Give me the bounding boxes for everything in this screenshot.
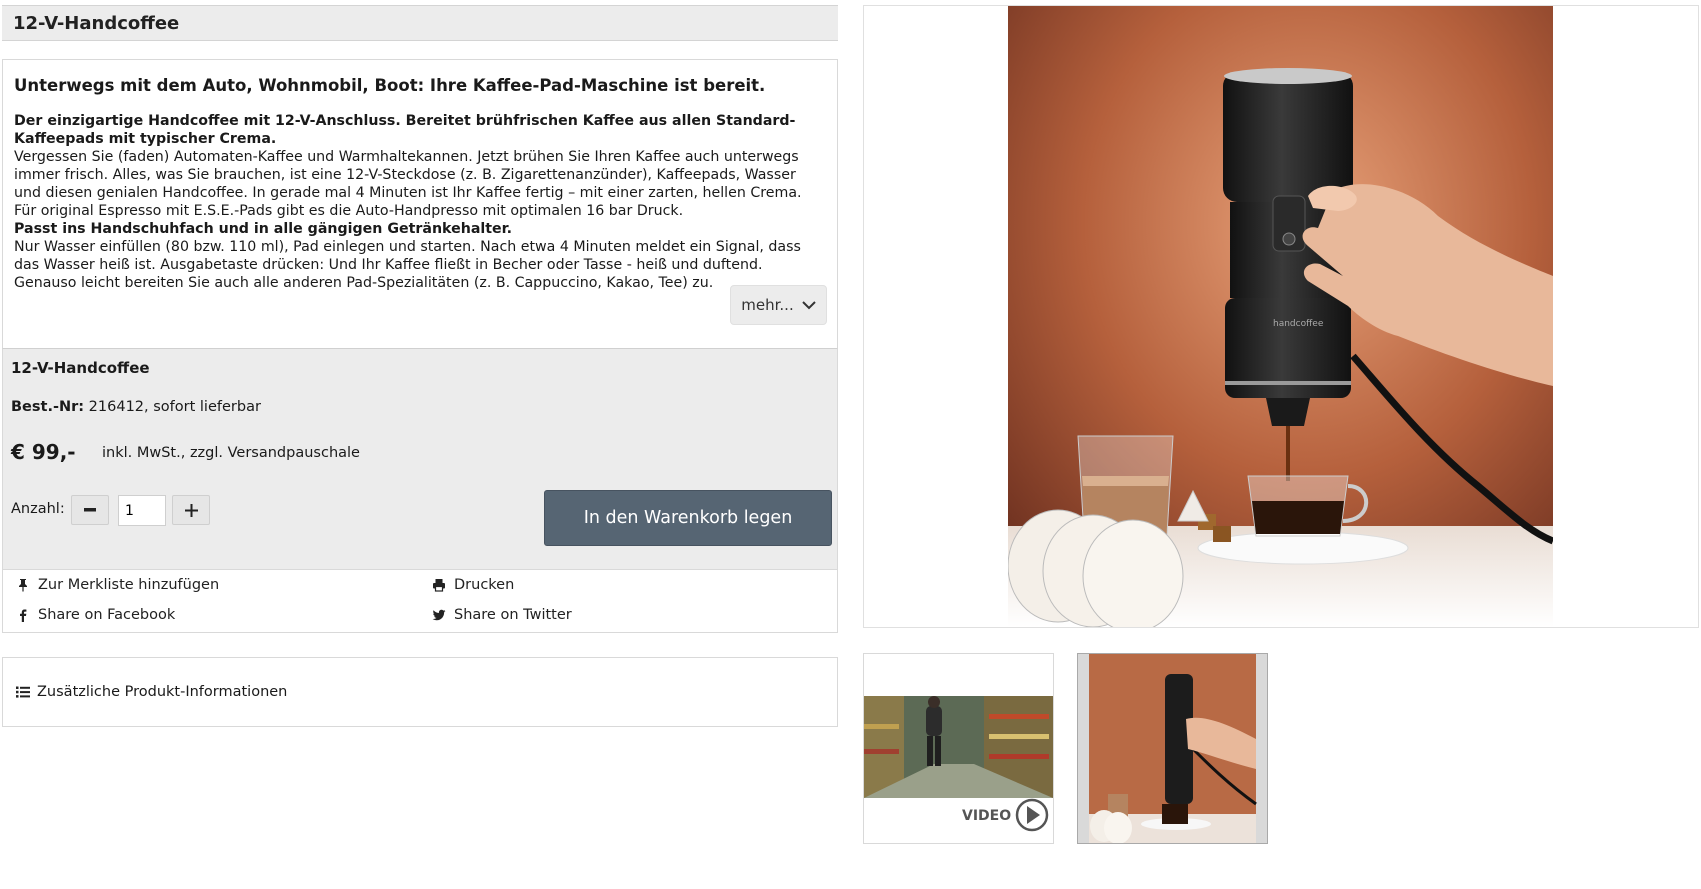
order-number-value: 216412, sofort lieferbar (88, 399, 261, 415)
add-to-wishlist-link[interactable]: Zur Merkliste hinzufügen (16, 577, 219, 593)
price: € 99,- (11, 440, 76, 464)
quantity-increase-button[interactable] (172, 495, 210, 525)
description-box: Unterwegs mit dem Auto, Wohnmobil, Boot:… (2, 59, 838, 348)
main-product-image[interactable]: handcoffee (1008, 6, 1553, 627)
product-actions: Zur Merkliste hinzufügen Drucken Share o… (2, 570, 838, 633)
twitter-icon (432, 609, 446, 621)
list-icon (16, 686, 30, 698)
twitter-label: Share on Twitter (454, 607, 572, 623)
description-text: Der einzigartige Handcoffee mit 12-V-Ans… (14, 112, 826, 328)
printer-icon (433, 579, 445, 592)
description-bold-1: Der einzigartige Handcoffee mit 12-V-Ans… (14, 113, 796, 147)
product-panel: 12-V-Handcoffee Unterwegs mit dem Auto, … (2, 5, 838, 727)
description-headline: Unterwegs mit dem Auto, Wohnmobil, Boot:… (14, 76, 766, 95)
brand-text: handcoffee (1273, 319, 1324, 329)
wishlist-label: Zur Merkliste hinzufügen (38, 577, 220, 593)
order-product-name: 12-V-Handcoffee (11, 359, 150, 377)
chevron-down-icon (802, 301, 816, 310)
add-to-cart-button[interactable]: In den Warenkorb legen (544, 490, 832, 546)
video-thumbnail[interactable]: VIDEO (863, 653, 1054, 844)
additional-info-toggle[interactable]: Zusätzliche Produkt-Informationen (2, 657, 838, 727)
share-twitter-link[interactable]: Share on Twitter (432, 607, 572, 623)
description-text-3: Genauso leicht bereiten Sie auch alle an… (14, 275, 714, 291)
additional-info-label: Zusätzliche Produkt-Informationen (37, 684, 288, 700)
description-text-2: Nur Wasser einfüllen (80 bzw. 110 ml), P… (14, 239, 801, 273)
quantity-decrease-button[interactable] (71, 495, 109, 525)
quantity-label: Anzahl: (11, 501, 65, 517)
description-bold-2: Passt ins Handschuhfach und in alle gäng… (14, 221, 513, 237)
product-title-bar: 12-V-Handcoffee (2, 5, 838, 41)
video-thumbnail-image: VIDEO (864, 654, 1053, 843)
plus-icon (184, 503, 198, 517)
facebook-icon (20, 609, 27, 622)
minus-icon (84, 508, 96, 512)
price-note: inkl. MwSt., zzgl. Versandpauschale (102, 445, 360, 461)
share-facebook-link[interactable]: Share on Facebook (16, 607, 175, 623)
image-thumbnail (1078, 654, 1267, 844)
image-thumbnail-selected[interactable] (1077, 653, 1268, 844)
order-number: Best.-Nr: 216412, sofort lieferbar (11, 399, 261, 415)
product-title: 12-V-Handcoffee (13, 12, 180, 34)
facebook-label: Share on Facebook (38, 607, 176, 623)
more-button[interactable]: mehr... (730, 285, 827, 325)
print-label: Drucken (454, 577, 515, 593)
video-label: VIDEO (962, 808, 1011, 824)
print-link[interactable]: Drucken (432, 577, 514, 593)
order-box: 12-V-Handcoffee Best.-Nr: 216412, sofort… (2, 348, 838, 570)
quantity-input[interactable] (118, 495, 166, 526)
more-label: mehr... (741, 296, 794, 314)
order-number-label: Best.-Nr: (11, 399, 85, 415)
main-product-image-frame: handcoffee (863, 5, 1699, 628)
pin-icon (19, 579, 27, 592)
description-text-1: Vergessen Sie (faden) Automaten-Kaffee u… (14, 149, 802, 219)
